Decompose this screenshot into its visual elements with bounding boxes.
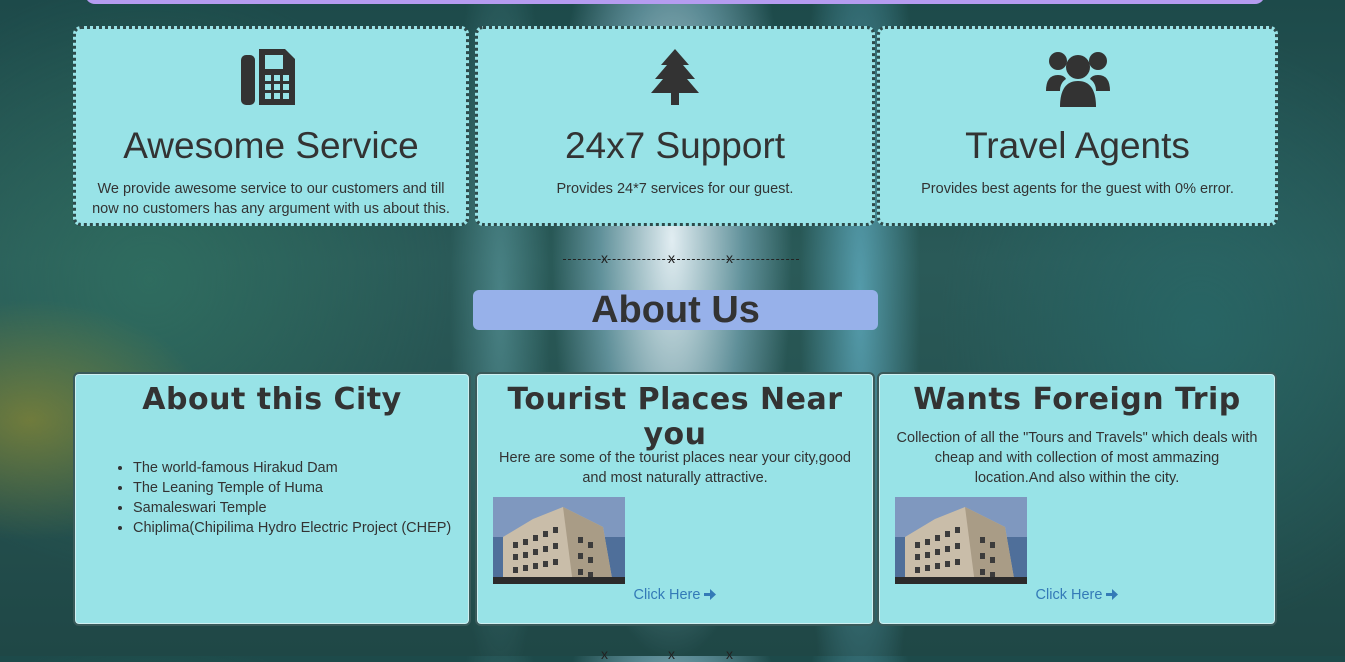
divider-mark: x <box>601 250 608 266</box>
list-item: Chiplima(Chipilima Hydro Electric Projec… <box>133 518 451 538</box>
about-city-card: About this City The world-famous Hirakud… <box>73 372 471 626</box>
arrow-right-icon <box>704 589 717 600</box>
card-title: Tourist Places Near you <box>507 382 843 452</box>
divider-mark: x <box>601 646 608 662</box>
card-description: Collection of all the "Tours and Travels… <box>896 430 1258 486</box>
divider-mark: x <box>668 646 675 662</box>
arrow-right-icon <box>1106 589 1119 600</box>
list-item: Samaleswari Temple <box>133 498 451 518</box>
service-title: Awesome Service <box>123 125 419 166</box>
places-list: The world-famous Hirakud Dam The Leaning… <box>111 458 451 538</box>
card-title: Wants Foreign Trip <box>913 382 1241 417</box>
service-title: 24x7 Support <box>564 125 786 166</box>
card-title: About this City <box>142 382 402 417</box>
divider-mark: x <box>726 250 733 266</box>
top-banner-strip <box>85 0 1265 4</box>
divider-mark: x <box>668 250 675 266</box>
users-icon <box>1045 52 1110 107</box>
section-divider: x x x <box>563 250 799 270</box>
service-card-support: 24x7 Support Provides 24*7 services for … <box>475 26 875 226</box>
card-description: Here are some of the tourist places near… <box>499 450 851 486</box>
about-us-heading: About Us <box>473 290 878 330</box>
tourist-click-here-link[interactable]: Click Here <box>477 587 873 603</box>
fax-icon <box>241 49 295 105</box>
foreign-click-here-link[interactable]: Click Here <box>879 587 1275 603</box>
bottom-divider: x x x <box>563 646 799 662</box>
link-label: Click Here <box>1035 587 1103 603</box>
building-image <box>493 497 625 584</box>
service-description: We provide awesome service to our custom… <box>92 181 450 217</box>
service-description: Provides 24*7 services for our guest. <box>556 181 794 197</box>
link-label: Click Here <box>633 587 701 603</box>
foreign-trip-card: Wants Foreign Trip Collection of all the… <box>877 372 1277 626</box>
list-item: The Leaning Temple of Huma <box>133 478 451 498</box>
divider-mark: x <box>726 646 733 662</box>
service-card-awesome: Awesome Service We provide awesome servi… <box>73 26 469 226</box>
service-title: Travel Agents <box>965 125 1190 166</box>
service-card-agents: Travel Agents Provides best agents for t… <box>877 26 1278 226</box>
building-image <box>895 497 1027 584</box>
list-item: The world-famous Hirakud Dam <box>133 458 451 478</box>
service-description: Provides best agents for the guest with … <box>921 181 1234 197</box>
tourist-places-card: Tourist Places Near you Here are some of… <box>475 372 875 626</box>
tree-icon <box>651 49 699 105</box>
